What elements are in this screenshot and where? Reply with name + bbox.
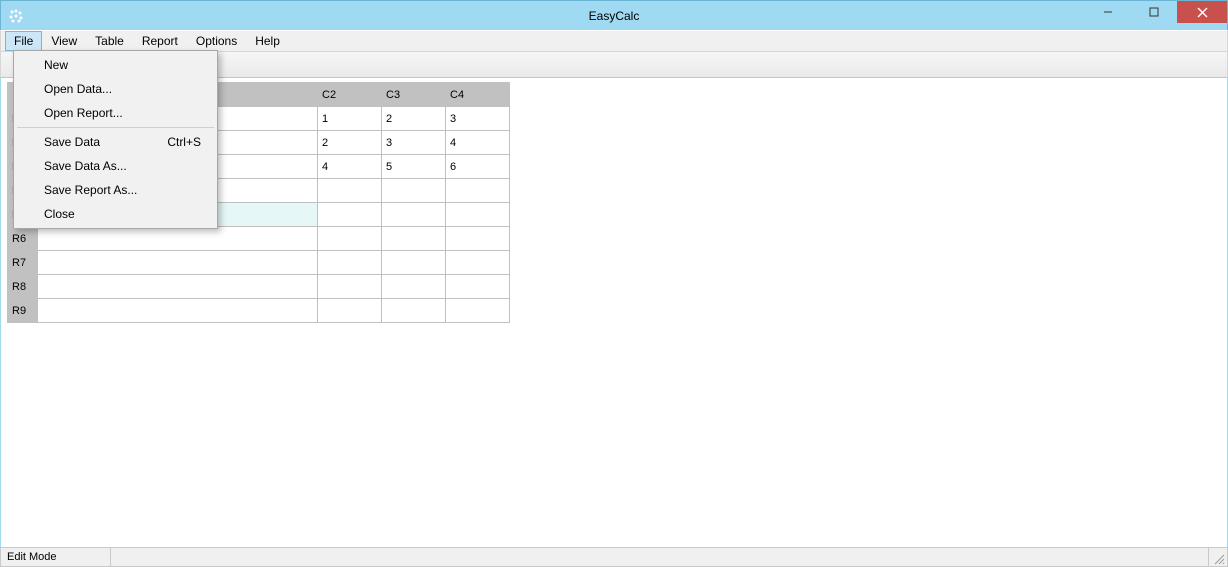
cell[interactable]: 6 xyxy=(446,155,510,179)
cell[interactable] xyxy=(446,227,510,251)
cell[interactable] xyxy=(318,179,382,203)
close-button[interactable] xyxy=(1177,1,1227,23)
menu-bar: File View Table Report Options Help xyxy=(0,30,1228,52)
cell[interactable] xyxy=(382,251,446,275)
menu-item-new[interactable]: New xyxy=(16,53,215,77)
cell[interactable] xyxy=(38,227,318,251)
menu-file[interactable]: File xyxy=(5,31,42,51)
cell[interactable]: 4 xyxy=(446,131,510,155)
cell[interactable] xyxy=(446,275,510,299)
file-dropdown: New Open Data... Open Report... Save Dat… xyxy=(13,50,218,229)
maximize-button[interactable] xyxy=(1131,1,1177,23)
window-title: EasyCalc xyxy=(1,9,1227,23)
menu-item-open-report[interactable]: Open Report... xyxy=(16,101,215,125)
cell[interactable]: 1 xyxy=(318,107,382,131)
menu-table[interactable]: Table xyxy=(86,31,133,51)
cell[interactable] xyxy=(382,203,446,227)
cell[interactable] xyxy=(318,275,382,299)
menu-report[interactable]: Report xyxy=(133,31,187,51)
menu-item-save-data[interactable]: Save Data Ctrl+S xyxy=(16,130,215,154)
menu-item-label: Save Report As... xyxy=(44,183,137,197)
cell[interactable] xyxy=(318,203,382,227)
menu-item-label: Close xyxy=(44,207,75,221)
minimize-button[interactable] xyxy=(1085,1,1131,23)
cell[interactable] xyxy=(318,227,382,251)
menu-view[interactable]: View xyxy=(42,31,86,51)
cell[interactable] xyxy=(382,275,446,299)
col-header[interactable]: C2 xyxy=(318,83,382,107)
cell[interactable] xyxy=(446,179,510,203)
cell[interactable]: 4 xyxy=(318,155,382,179)
row-header[interactable]: R9 xyxy=(8,299,38,323)
row-header[interactable]: R7 xyxy=(8,251,38,275)
cell[interactable] xyxy=(446,203,510,227)
status-panel xyxy=(111,548,1209,566)
menu-item-label: Save Data xyxy=(44,135,100,149)
status-bar: Edit Mode xyxy=(0,547,1228,567)
cell[interactable] xyxy=(318,251,382,275)
cell[interactable] xyxy=(318,299,382,323)
menu-help[interactable]: Help xyxy=(246,31,289,51)
cell[interactable]: 3 xyxy=(382,131,446,155)
menu-item-save-data-as[interactable]: Save Data As... xyxy=(16,154,215,178)
window-controls xyxy=(1085,1,1227,30)
menu-item-close[interactable]: Close xyxy=(16,202,215,226)
menu-separator xyxy=(17,127,214,128)
col-header[interactable]: C3 xyxy=(382,83,446,107)
cell[interactable] xyxy=(382,299,446,323)
menu-item-open-data[interactable]: Open Data... xyxy=(16,77,215,101)
menu-item-shortcut: Ctrl+S xyxy=(167,135,205,149)
row-header[interactable]: R6 xyxy=(8,227,38,251)
row-header[interactable]: R8 xyxy=(8,275,38,299)
cell[interactable]: 2 xyxy=(382,107,446,131)
menu-item-label: Save Data As... xyxy=(44,159,127,173)
cell[interactable] xyxy=(446,251,510,275)
col-header[interactable]: C4 xyxy=(446,83,510,107)
cell[interactable]: 3 xyxy=(446,107,510,131)
cell[interactable] xyxy=(382,179,446,203)
cell[interactable] xyxy=(38,299,318,323)
cell[interactable]: 5 xyxy=(382,155,446,179)
cell[interactable] xyxy=(38,275,318,299)
status-mode: Edit Mode xyxy=(1,548,111,566)
menu-item-save-report-as[interactable]: Save Report As... xyxy=(16,178,215,202)
menu-options[interactable]: Options xyxy=(187,31,246,51)
cell[interactable]: 2 xyxy=(318,131,382,155)
resize-grip-icon[interactable] xyxy=(1209,548,1227,566)
app-icon xyxy=(1,1,31,31)
menu-item-label: New xyxy=(44,58,68,72)
cell[interactable] xyxy=(38,251,318,275)
title-bar: EasyCalc xyxy=(0,0,1228,30)
menu-item-label: Open Data... xyxy=(44,82,112,96)
menu-item-label: Open Report... xyxy=(44,106,123,120)
cell[interactable] xyxy=(382,227,446,251)
cell[interactable] xyxy=(446,299,510,323)
